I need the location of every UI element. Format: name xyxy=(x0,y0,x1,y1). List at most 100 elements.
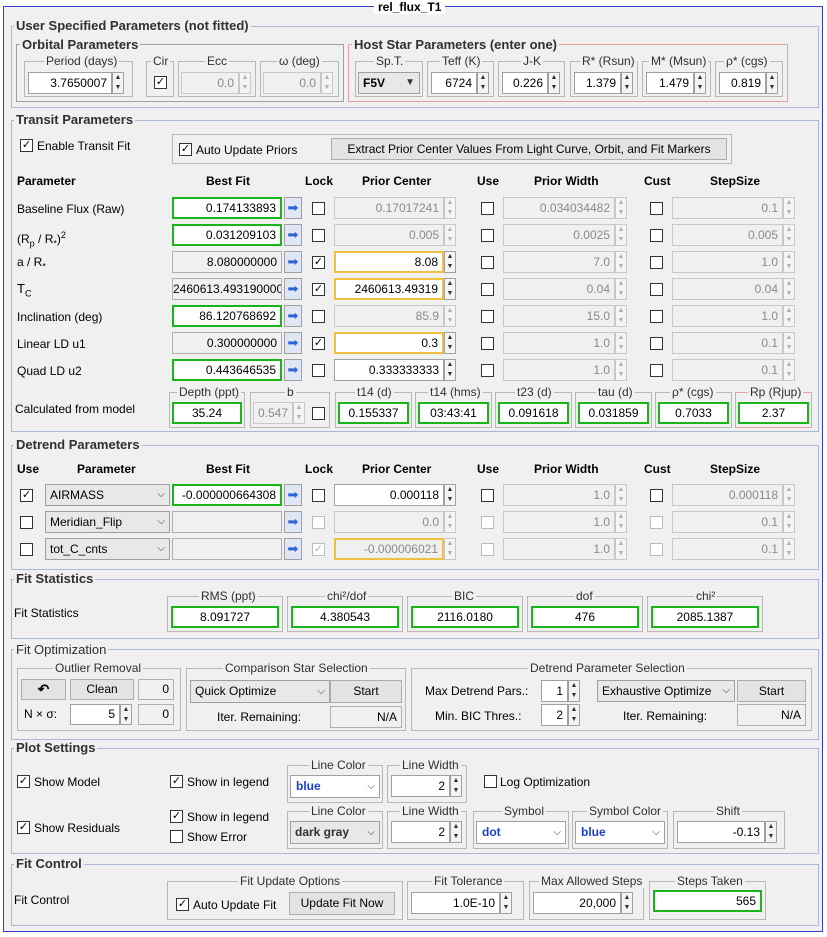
max-detrend-input[interactable]: 1 xyxy=(541,680,568,702)
arrow-right-icon[interactable]: ➡ xyxy=(284,359,302,381)
prior-center-field[interactable]: 0.3 xyxy=(334,332,444,354)
nsigma-spinner[interactable]: ▲ ▼ xyxy=(120,704,132,725)
rstar-input[interactable]: 1.379 xyxy=(574,72,621,94)
prior-center-spinner[interactable]: ▲ ▼ xyxy=(444,511,456,533)
prior-center-spinner[interactable]: ▲ ▼ xyxy=(444,359,456,381)
shift-input[interactable]: -0.13 xyxy=(677,821,765,843)
prior-center-field[interactable]: 2460613.49319 xyxy=(334,278,444,300)
detrend-use-checkbox[interactable] xyxy=(20,516,33,529)
teff-input[interactable]: 6724 xyxy=(431,72,477,94)
prior-center-spinner[interactable]: ▲ ▼ xyxy=(444,305,456,327)
stepsize-field[interactable]: 0.1 xyxy=(672,538,783,560)
rho-input[interactable]: 0.819 xyxy=(719,72,766,94)
prior-center-spinner[interactable]: ▲ ▼ xyxy=(444,538,456,560)
detrend-start-button[interactable]: Start xyxy=(737,680,806,702)
prior-width-field[interactable]: 1.0 xyxy=(503,484,615,506)
use-checkbox[interactable] xyxy=(481,543,494,556)
use-checkbox[interactable] xyxy=(481,489,494,502)
prior-width-spinner[interactable]: ▲ ▼ xyxy=(615,359,627,381)
cust-checkbox[interactable] xyxy=(650,283,663,296)
teff-spinner[interactable]: ▲ ▼ xyxy=(477,72,489,94)
lock-checkbox[interactable] xyxy=(312,202,325,215)
cust-checkbox[interactable] xyxy=(650,202,663,215)
lock-checkbox[interactable]: ✓ xyxy=(312,256,325,269)
cust-checkbox[interactable] xyxy=(650,543,663,556)
shift-spinner[interactable]: ▲ ▼ xyxy=(765,821,777,843)
prior-width-field[interactable]: 1.0 xyxy=(503,511,615,533)
stepsize-spinner[interactable]: ▲ ▼ xyxy=(783,251,795,273)
show-legend-model-checkbox[interactable]: ✓ xyxy=(170,775,183,788)
arrow-right-icon[interactable]: ➡ xyxy=(284,224,302,246)
update-fit-now-button[interactable]: Update Fit Now xyxy=(289,892,395,915)
mstar-input[interactable]: 1.479 xyxy=(646,72,694,94)
prior-center-field[interactable]: 0.333333333 xyxy=(334,359,444,381)
stepsize-field[interactable]: 0.1 xyxy=(672,197,783,219)
prior-width-field[interactable]: 0.04 xyxy=(503,278,615,300)
line-width-input[interactable]: 2 xyxy=(391,775,450,797)
tolerance-input[interactable]: 1.0E-10 xyxy=(411,892,500,914)
prior-width-field[interactable]: 1.0 xyxy=(503,332,615,354)
symbol-color-select[interactable]: blue ⌵ xyxy=(575,821,665,844)
omega-input[interactable]: 0.0 xyxy=(263,72,321,94)
auto-update-checkbox[interactable]: ✓ xyxy=(176,898,189,911)
stepsize-spinner[interactable]: ▲ ▼ xyxy=(783,484,795,506)
prior-center-spinner[interactable]: ▲ ▼ xyxy=(444,332,456,354)
b-value[interactable]: 0.547 xyxy=(253,402,293,424)
cust-checkbox[interactable] xyxy=(650,489,663,502)
cust-checkbox[interactable] xyxy=(650,256,663,269)
b-checkbox[interactable] xyxy=(312,407,325,420)
min-bic-spinner[interactable]: ▲ ▼ xyxy=(568,704,580,726)
cust-checkbox[interactable] xyxy=(650,337,663,350)
lock-checkbox[interactable]: ✓ xyxy=(312,337,325,350)
arrow-right-icon[interactable]: ➡ xyxy=(284,278,302,300)
stepsize-spinner[interactable]: ▲ ▼ xyxy=(783,224,795,246)
arrow-right-icon[interactable]: ➡ xyxy=(284,197,302,219)
prior-center-field[interactable]: 0.17017241 xyxy=(334,197,444,219)
prior-width-field[interactable]: 0.0025 xyxy=(503,224,615,246)
stepsize-field[interactable]: 0.005 xyxy=(672,224,783,246)
tolerance-spinner[interactable]: ▲ ▼ xyxy=(500,892,512,914)
prior-width-field[interactable]: 1.0 xyxy=(503,359,615,381)
cust-checkbox[interactable] xyxy=(650,364,663,377)
comp-start-button[interactable]: Start xyxy=(330,680,402,703)
prior-width-spinner[interactable]: ▲ ▼ xyxy=(615,224,627,246)
prior-width-spinner[interactable]: ▲ ▼ xyxy=(615,511,627,533)
rstar-spinner[interactable]: ▲ ▼ xyxy=(621,72,633,94)
stepsize-spinner[interactable]: ▲ ▼ xyxy=(783,278,795,300)
prior-center-spinner[interactable]: ▲ ▼ xyxy=(444,224,456,246)
ecc-spinner[interactable]: ▲ ▼ xyxy=(239,72,251,94)
period-spinner[interactable]: ▲ ▼ xyxy=(112,72,124,94)
detrend-mode-select[interactable]: Exhaustive Optimize ⌵ xyxy=(597,680,735,702)
ecc-input[interactable]: 0.0 xyxy=(181,72,239,94)
stepsize-field[interactable]: 0.1 xyxy=(672,332,783,354)
max-detrend-spinner[interactable]: ▲ ▼ xyxy=(568,680,580,702)
cust-checkbox[interactable] xyxy=(650,516,663,529)
prior-center-spinner[interactable]: ▲ ▼ xyxy=(444,278,456,300)
arrow-right-icon[interactable]: ➡ xyxy=(284,332,302,354)
cust-checkbox[interactable] xyxy=(650,310,663,323)
clean-button[interactable]: Clean xyxy=(70,679,134,700)
stepsize-field[interactable]: 0.04 xyxy=(672,278,783,300)
nsigma-input[interactable]: 5 xyxy=(70,704,120,725)
arrow-right-icon[interactable]: ➡ xyxy=(284,538,302,560)
line-width-spinner[interactable]: ▲ ▼ xyxy=(450,821,462,843)
b-spinner[interactable]: ▲ ▼ xyxy=(293,402,305,424)
extract-prior-button[interactable]: Extract Prior Center Values From Light C… xyxy=(331,138,727,160)
prior-width-spinner[interactable]: ▲ ▼ xyxy=(615,332,627,354)
comp-mode-select[interactable]: Quick Optimize ⌵ xyxy=(190,680,330,703)
use-checkbox[interactable] xyxy=(481,364,494,377)
lock-checkbox[interactable] xyxy=(312,310,325,323)
show-error-checkbox[interactable] xyxy=(170,830,183,843)
prior-width-spinner[interactable]: ▲ ▼ xyxy=(615,305,627,327)
use-checkbox[interactable] xyxy=(481,256,494,269)
use-checkbox[interactable] xyxy=(481,202,494,215)
mstar-spinner[interactable]: ▲ ▼ xyxy=(694,72,706,94)
stepsize-spinner[interactable]: ▲ ▼ xyxy=(783,359,795,381)
prior-width-field[interactable]: 0.034034482 xyxy=(503,197,615,219)
detrend-param-select[interactable]: AIRMASS ⌵ xyxy=(45,484,170,506)
stepsize-spinner[interactable]: ▲ ▼ xyxy=(783,538,795,560)
cust-checkbox[interactable] xyxy=(650,229,663,242)
lock-checkbox[interactable] xyxy=(312,489,325,502)
use-checkbox[interactable] xyxy=(481,337,494,350)
use-checkbox[interactable] xyxy=(481,283,494,296)
